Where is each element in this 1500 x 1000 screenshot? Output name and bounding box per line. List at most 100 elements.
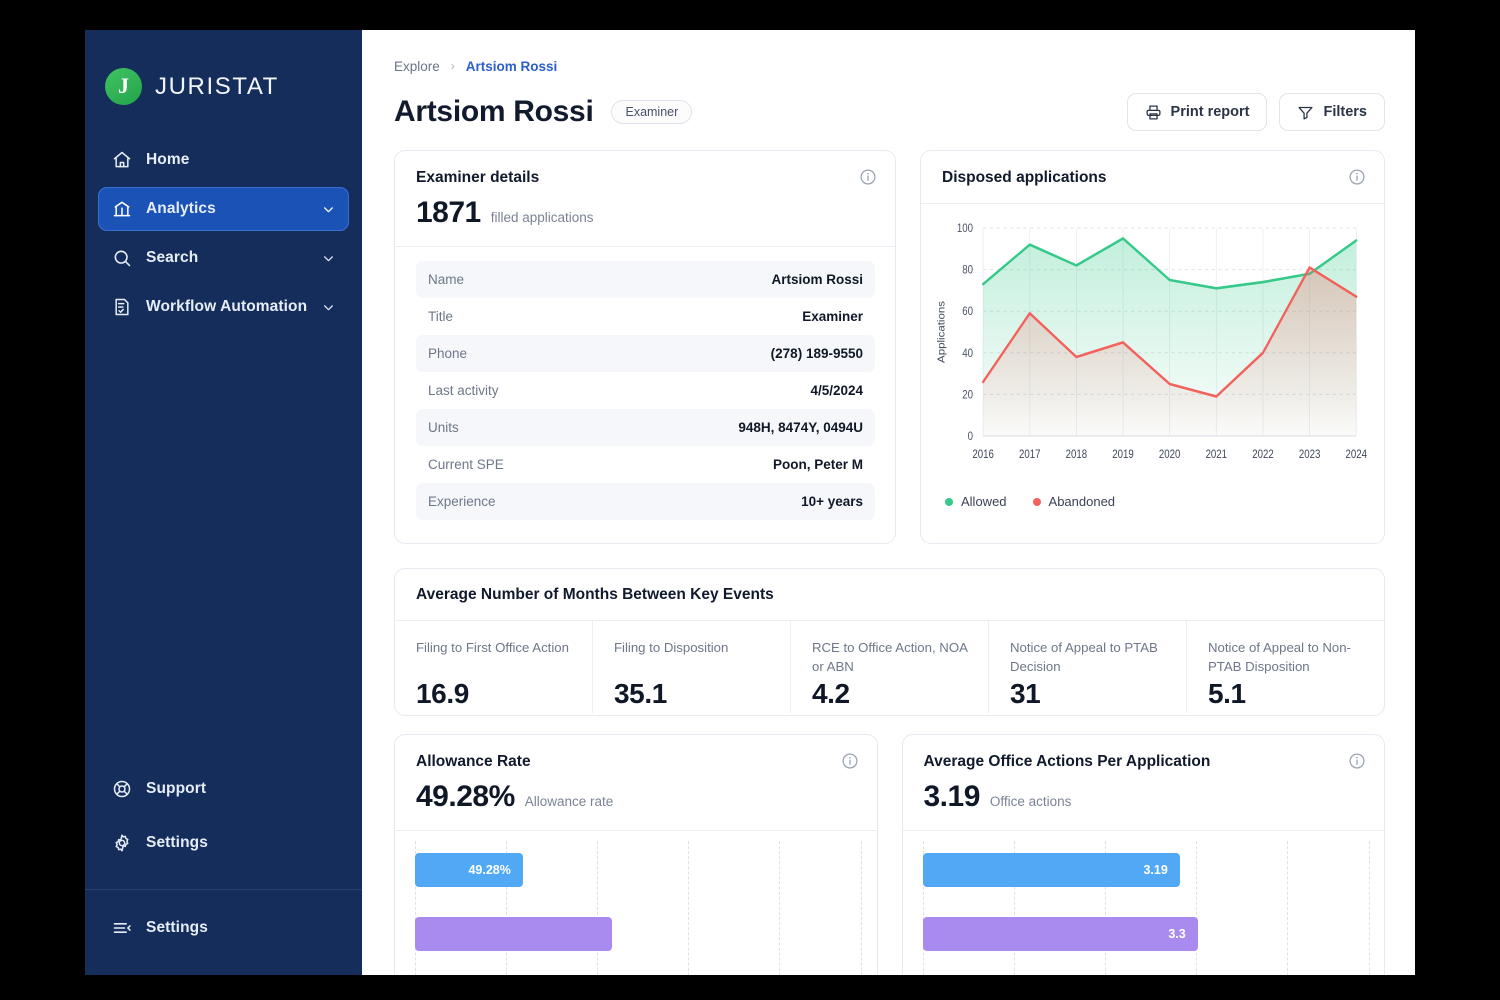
bar-office-actions[interactable]: 3.19 bbox=[922, 853, 1180, 887]
area-line-chart-svg: 0 20 40 60 80 100 2016 2017 2018 2019 2020 2021 2022… bbox=[936, 222, 1367, 461]
card-title: Allowance Rate bbox=[416, 753, 531, 770]
key-event-value: 35.1 bbox=[614, 678, 667, 709]
sidebar-item-label: Analytics bbox=[146, 200, 216, 217]
info-icon[interactable] bbox=[859, 168, 877, 186]
svg-text:2022: 2022 bbox=[1252, 448, 1274, 461]
info-icon[interactable] bbox=[1348, 168, 1366, 186]
row-key: Current SPE bbox=[428, 457, 504, 472]
row-value: 4/5/2024 bbox=[810, 383, 863, 398]
main-content: Explore › Artsiom Rossi Artsiom Rossi Ex… bbox=[362, 30, 1415, 975]
legend-item-allowed[interactable]: Allowed bbox=[945, 494, 1007, 509]
print-report-button[interactable]: Print report bbox=[1126, 93, 1268, 131]
filters-button[interactable]: Filters bbox=[1279, 93, 1385, 131]
svg-text:Applications: Applications bbox=[936, 301, 947, 363]
table-row: Units 948H, 8474Y, 0494U bbox=[416, 409, 875, 446]
table-row: Current SPE Poon, Peter M bbox=[416, 446, 875, 483]
svg-text:80: 80 bbox=[962, 264, 973, 277]
breadcrumb-current: Artsiom Rossi bbox=[465, 58, 558, 74]
brand-logo-area[interactable]: J JURISTAT bbox=[85, 30, 362, 116]
sidebar-item-home[interactable]: Home bbox=[98, 138, 349, 182]
row-key: Phone bbox=[428, 346, 468, 361]
key-event-cell: Notice of Appeal to Non-PTAB Disposition… bbox=[1186, 621, 1384, 713]
bottom-card-row: Allowance Rate 49.28% Allowance rate 49.… bbox=[394, 734, 1385, 975]
disposed-card-header: Disposed applications bbox=[921, 151, 1384, 203]
legend-label: Allowed bbox=[961, 494, 1007, 509]
sidebar-item-settings[interactable]: Settings bbox=[98, 821, 349, 865]
bar-comparison[interactable] bbox=[415, 917, 612, 951]
sidebar-item-label: Workflow Automation bbox=[146, 298, 308, 315]
key-events-grid: Filing to First Office Action 16.9 Filin… bbox=[395, 621, 1384, 713]
sidebar-item-support[interactable]: Support bbox=[98, 767, 349, 811]
row-value: 10+ years bbox=[801, 494, 863, 509]
top-card-row: Examiner details 1871 filled application… bbox=[394, 150, 1385, 544]
sidebar: J JURISTAT Home Analytics Search Workflo… bbox=[85, 30, 362, 975]
row-value: Poon, Peter M bbox=[772, 457, 863, 472]
sidebar-item-workflow-automation[interactable]: Workflow Automation bbox=[98, 285, 349, 329]
bar-value-label: 3.3 bbox=[1168, 927, 1186, 941]
table-row: Phone (278) 189-9550 bbox=[416, 335, 875, 372]
chevron-down-icon[interactable] bbox=[322, 203, 335, 216]
breadcrumb: Explore › Artsiom Rossi bbox=[394, 56, 1385, 76]
brand-name: JURISTAT bbox=[155, 72, 279, 100]
legend-label: Abandoned bbox=[1048, 494, 1116, 509]
stat-value: 3.19 bbox=[923, 780, 981, 813]
legend-color-swatch bbox=[945, 497, 953, 506]
breadcrumb-parent[interactable]: Explore bbox=[394, 59, 440, 74]
stat-label: Allowance rate bbox=[524, 794, 614, 809]
info-icon[interactable] bbox=[841, 752, 859, 770]
card-title: Average Number of Months Between Key Eve… bbox=[416, 586, 774, 603]
svg-text:60: 60 bbox=[962, 305, 973, 318]
collapse-menu-icon bbox=[113, 923, 131, 933]
status-badge: Examiner bbox=[611, 100, 693, 124]
row-value: Artsiom Rossi bbox=[771, 272, 863, 287]
row-key: Title bbox=[428, 309, 454, 324]
logo-letter: J bbox=[118, 72, 129, 98]
sidebar-item-label: Settings bbox=[146, 834, 208, 851]
key-event-value: 16.9 bbox=[416, 678, 469, 709]
key-event-label: Filing to First Office Action bbox=[416, 640, 569, 655]
svg-text:2016: 2016 bbox=[972, 448, 994, 461]
sidebar-bottom-nav: Support Settings bbox=[85, 767, 362, 875]
lifebuoy-icon bbox=[113, 780, 131, 798]
bar-allowance-rate[interactable]: 49.28% bbox=[415, 853, 523, 887]
svg-text:20: 20 bbox=[962, 389, 973, 402]
examiner-details-table: Name Artsiom Rossi Title Examiner Phone … bbox=[395, 247, 895, 536]
disposed-applications-chart: 0 20 40 60 80 100 2016 2017 2018 2019 2020 2021 2022… bbox=[921, 204, 1384, 486]
office-actions-stat: 3.19 Office actions bbox=[924, 780, 1365, 814]
svg-text:2023: 2023 bbox=[1299, 448, 1321, 461]
table-row: Name Artsiom Rossi bbox=[416, 261, 875, 298]
row-value: Examiner bbox=[802, 309, 863, 324]
chevron-down-icon[interactable] bbox=[322, 252, 335, 265]
office-actions-card: Average Office Actions Per Application 3… bbox=[901, 734, 1385, 975]
row-key: Units bbox=[428, 420, 459, 435]
sidebar-item-collapse-settings[interactable]: Settings bbox=[98, 906, 349, 950]
key-event-value: 5.1 bbox=[1208, 678, 1246, 710]
sidebar-item-search[interactable]: Search bbox=[98, 236, 349, 280]
chevron-right-icon: › bbox=[450, 59, 455, 73]
filter-icon bbox=[1298, 106, 1313, 120]
examiner-card-header: Examiner details 1871 filled application… bbox=[395, 151, 895, 246]
key-event-value: 4.2 bbox=[812, 678, 850, 710]
app-window: J JURISTAT Home Analytics Search Workflo… bbox=[85, 30, 1415, 975]
info-icon[interactable] bbox=[1348, 752, 1366, 770]
allowance-stat: 49.28% Allowance rate bbox=[416, 780, 857, 814]
row-value: (278) 189-9550 bbox=[770, 346, 863, 361]
stat-label: filled applications bbox=[490, 210, 594, 225]
key-event-label: Notice of Appeal to Non-PTAB Disposition bbox=[1208, 640, 1351, 675]
bar-comparison[interactable]: 3.3 bbox=[922, 917, 1198, 951]
key-event-value: 31 bbox=[1010, 678, 1041, 710]
key-event-label: Filing to Disposition bbox=[614, 640, 729, 655]
svg-text:2024: 2024 bbox=[1345, 448, 1367, 461]
svg-text:0: 0 bbox=[968, 430, 973, 443]
analytics-icon bbox=[113, 201, 131, 217]
svg-text:2018: 2018 bbox=[1066, 448, 1088, 461]
workflow-icon bbox=[115, 298, 129, 316]
chevron-down-icon[interactable] bbox=[322, 301, 335, 314]
sidebar-item-analytics[interactable]: Analytics bbox=[98, 187, 349, 231]
allowance-rate-card: Allowance Rate 49.28% Allowance rate 49.… bbox=[394, 734, 878, 975]
legend-color-swatch bbox=[1032, 497, 1041, 506]
key-events-header: Average Number of Months Between Key Eve… bbox=[395, 569, 1384, 620]
svg-text:40: 40 bbox=[962, 347, 973, 360]
legend-item-abandoned[interactable]: Abandoned bbox=[1032, 494, 1116, 509]
key-events-card: Average Number of Months Between Key Eve… bbox=[394, 568, 1385, 716]
